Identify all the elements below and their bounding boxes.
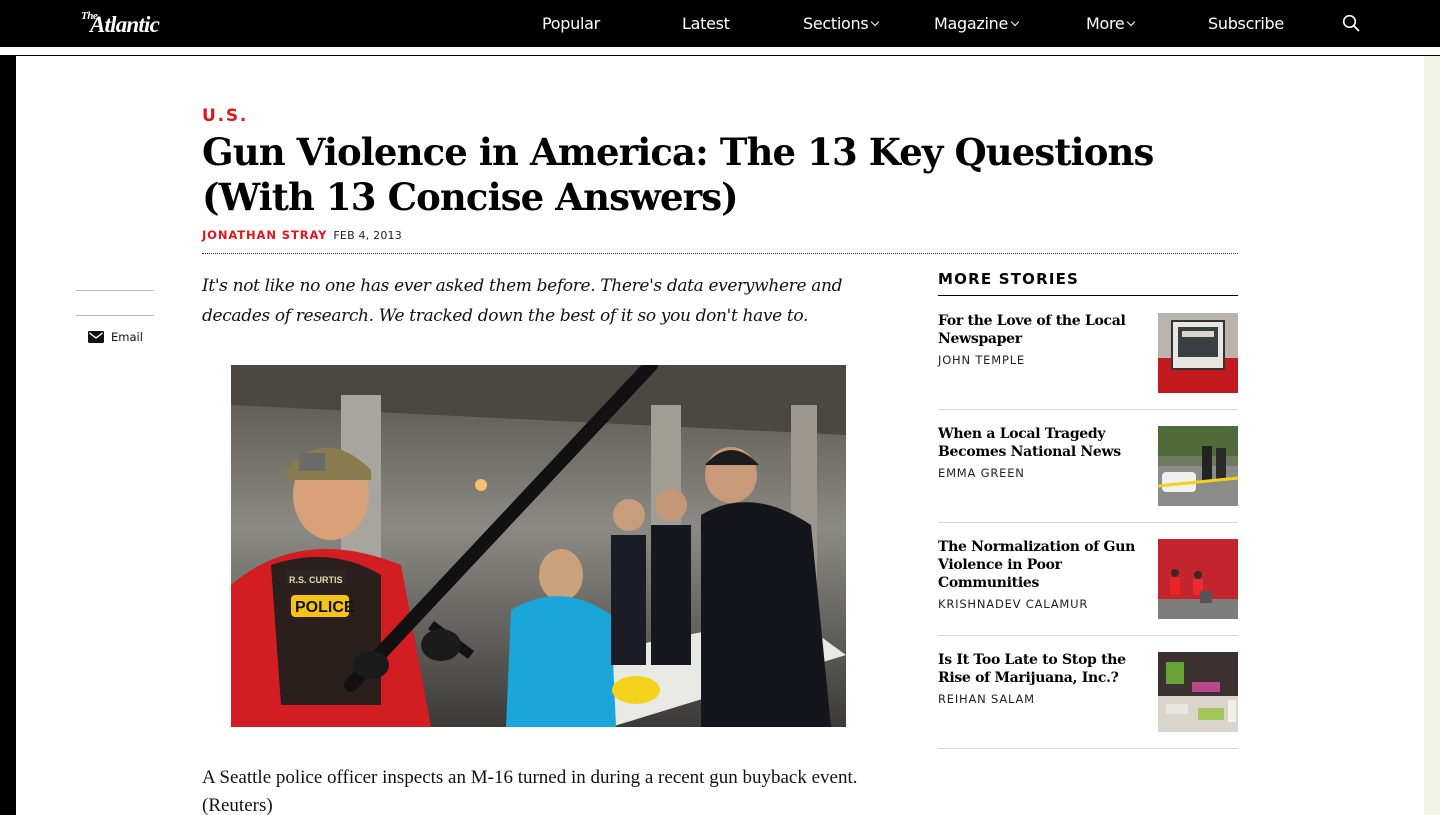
story-card[interactable]: For the Love of the Local Newspaper JOHN… xyxy=(938,297,1238,410)
top-navigation: The Atlantic Popular Latest Sections Mag… xyxy=(0,0,1440,47)
story-thumbnail[interactable] xyxy=(1158,539,1238,619)
publish-date: FEB 4, 2013 xyxy=(333,229,402,242)
story-title[interactable]: When a Local Tragedy Becomes National Ne… xyxy=(938,425,1143,461)
story-author: EMMA GREEN xyxy=(938,466,1025,480)
story-title[interactable]: For the Love of the Local Newspaper xyxy=(938,312,1143,348)
gun-buyback-photo: POLICE R.S. CURTIS xyxy=(231,365,846,727)
email-share-label: Email xyxy=(111,330,143,344)
chevron-down-icon xyxy=(871,17,880,27)
nav-more[interactable]: More xyxy=(1086,14,1136,33)
search-icon[interactable] xyxy=(1342,14,1360,32)
story-card[interactable]: When a Local Tragedy Becomes National Ne… xyxy=(938,410,1238,523)
nav-subscribe[interactable]: Subscribe xyxy=(1208,14,1284,33)
nav-subscribe-label: Subscribe xyxy=(1208,14,1284,33)
logo-name: Atlantic xyxy=(90,12,160,37)
article-page: U.S. Gun Violence in America: The 13 Key… xyxy=(16,56,1424,815)
story-title[interactable]: Is It Too Late to Stop the Rise of Marij… xyxy=(938,651,1143,687)
story-title[interactable]: The Normalization of Gun Violence in Poo… xyxy=(938,538,1143,592)
story-author: KRISHNADEV CALAMUR xyxy=(938,597,1089,611)
story-card[interactable]: The Normalization of Gun Violence in Poo… xyxy=(938,523,1238,636)
nav-sections[interactable]: Sections xyxy=(803,14,880,33)
marijuana-shop-thumbnail xyxy=(1158,652,1238,732)
chevron-down-icon xyxy=(1010,17,1020,27)
section-label[interactable]: U.S. xyxy=(202,106,248,126)
nav-more-label: More xyxy=(1086,14,1125,33)
lead-photo: POLICE R.S. CURTIS xyxy=(231,365,846,727)
article-headline: Gun Violence in America: The 13 Key Ques… xyxy=(202,130,1154,219)
share-rail-divider xyxy=(76,315,154,316)
nav-magazine-label: Magazine xyxy=(934,14,1008,33)
chevron-down-icon xyxy=(1127,17,1136,27)
story-author: JOHN TEMPLE xyxy=(938,353,1025,367)
envelope-icon xyxy=(88,331,104,343)
story-card[interactable]: Is It Too Late to Stop the Rise of Marij… xyxy=(938,636,1238,749)
nav-latest-label: Latest xyxy=(682,14,730,33)
newspaper-box-thumbnail xyxy=(1158,313,1238,393)
more-stories-rule xyxy=(938,295,1238,296)
nav-popular-label: Popular xyxy=(542,14,600,33)
nav-sections-label: Sections xyxy=(803,14,869,33)
email-share-button[interactable]: Email xyxy=(88,330,143,344)
nav-popular[interactable]: Popular xyxy=(542,14,600,33)
nav-underline-strip xyxy=(0,47,1440,55)
article-dek: It's not like no one has ever asked them… xyxy=(202,276,843,326)
dotted-divider xyxy=(202,253,1238,254)
red-wall-thumbnail xyxy=(1158,539,1238,619)
photo-name-tag: R.S. CURTIS xyxy=(289,575,343,585)
more-stories-heading: MORE STORIES xyxy=(938,270,1080,288)
nav-magazine[interactable]: Magazine xyxy=(934,14,1020,33)
photo-police-patch: POLICE xyxy=(295,599,355,616)
author-link[interactable]: JONATHAN STRAY xyxy=(202,228,327,242)
share-rail-divider xyxy=(76,290,154,291)
crime-scene-thumbnail xyxy=(1158,426,1238,506)
story-thumbnail[interactable] xyxy=(1158,313,1238,393)
left-page-edge xyxy=(0,56,16,815)
story-thumbnail[interactable] xyxy=(1158,426,1238,506)
photo-caption: A Seattle police officer inspects an M-1… xyxy=(202,767,858,815)
right-page-edge xyxy=(1424,56,1440,815)
nav-latest[interactable]: Latest xyxy=(682,14,730,33)
story-thumbnail[interactable] xyxy=(1158,652,1238,732)
byline: JONATHAN STRAY FEB 4, 2013 xyxy=(202,226,402,244)
story-author: REIHAN SALAM xyxy=(938,692,1035,706)
